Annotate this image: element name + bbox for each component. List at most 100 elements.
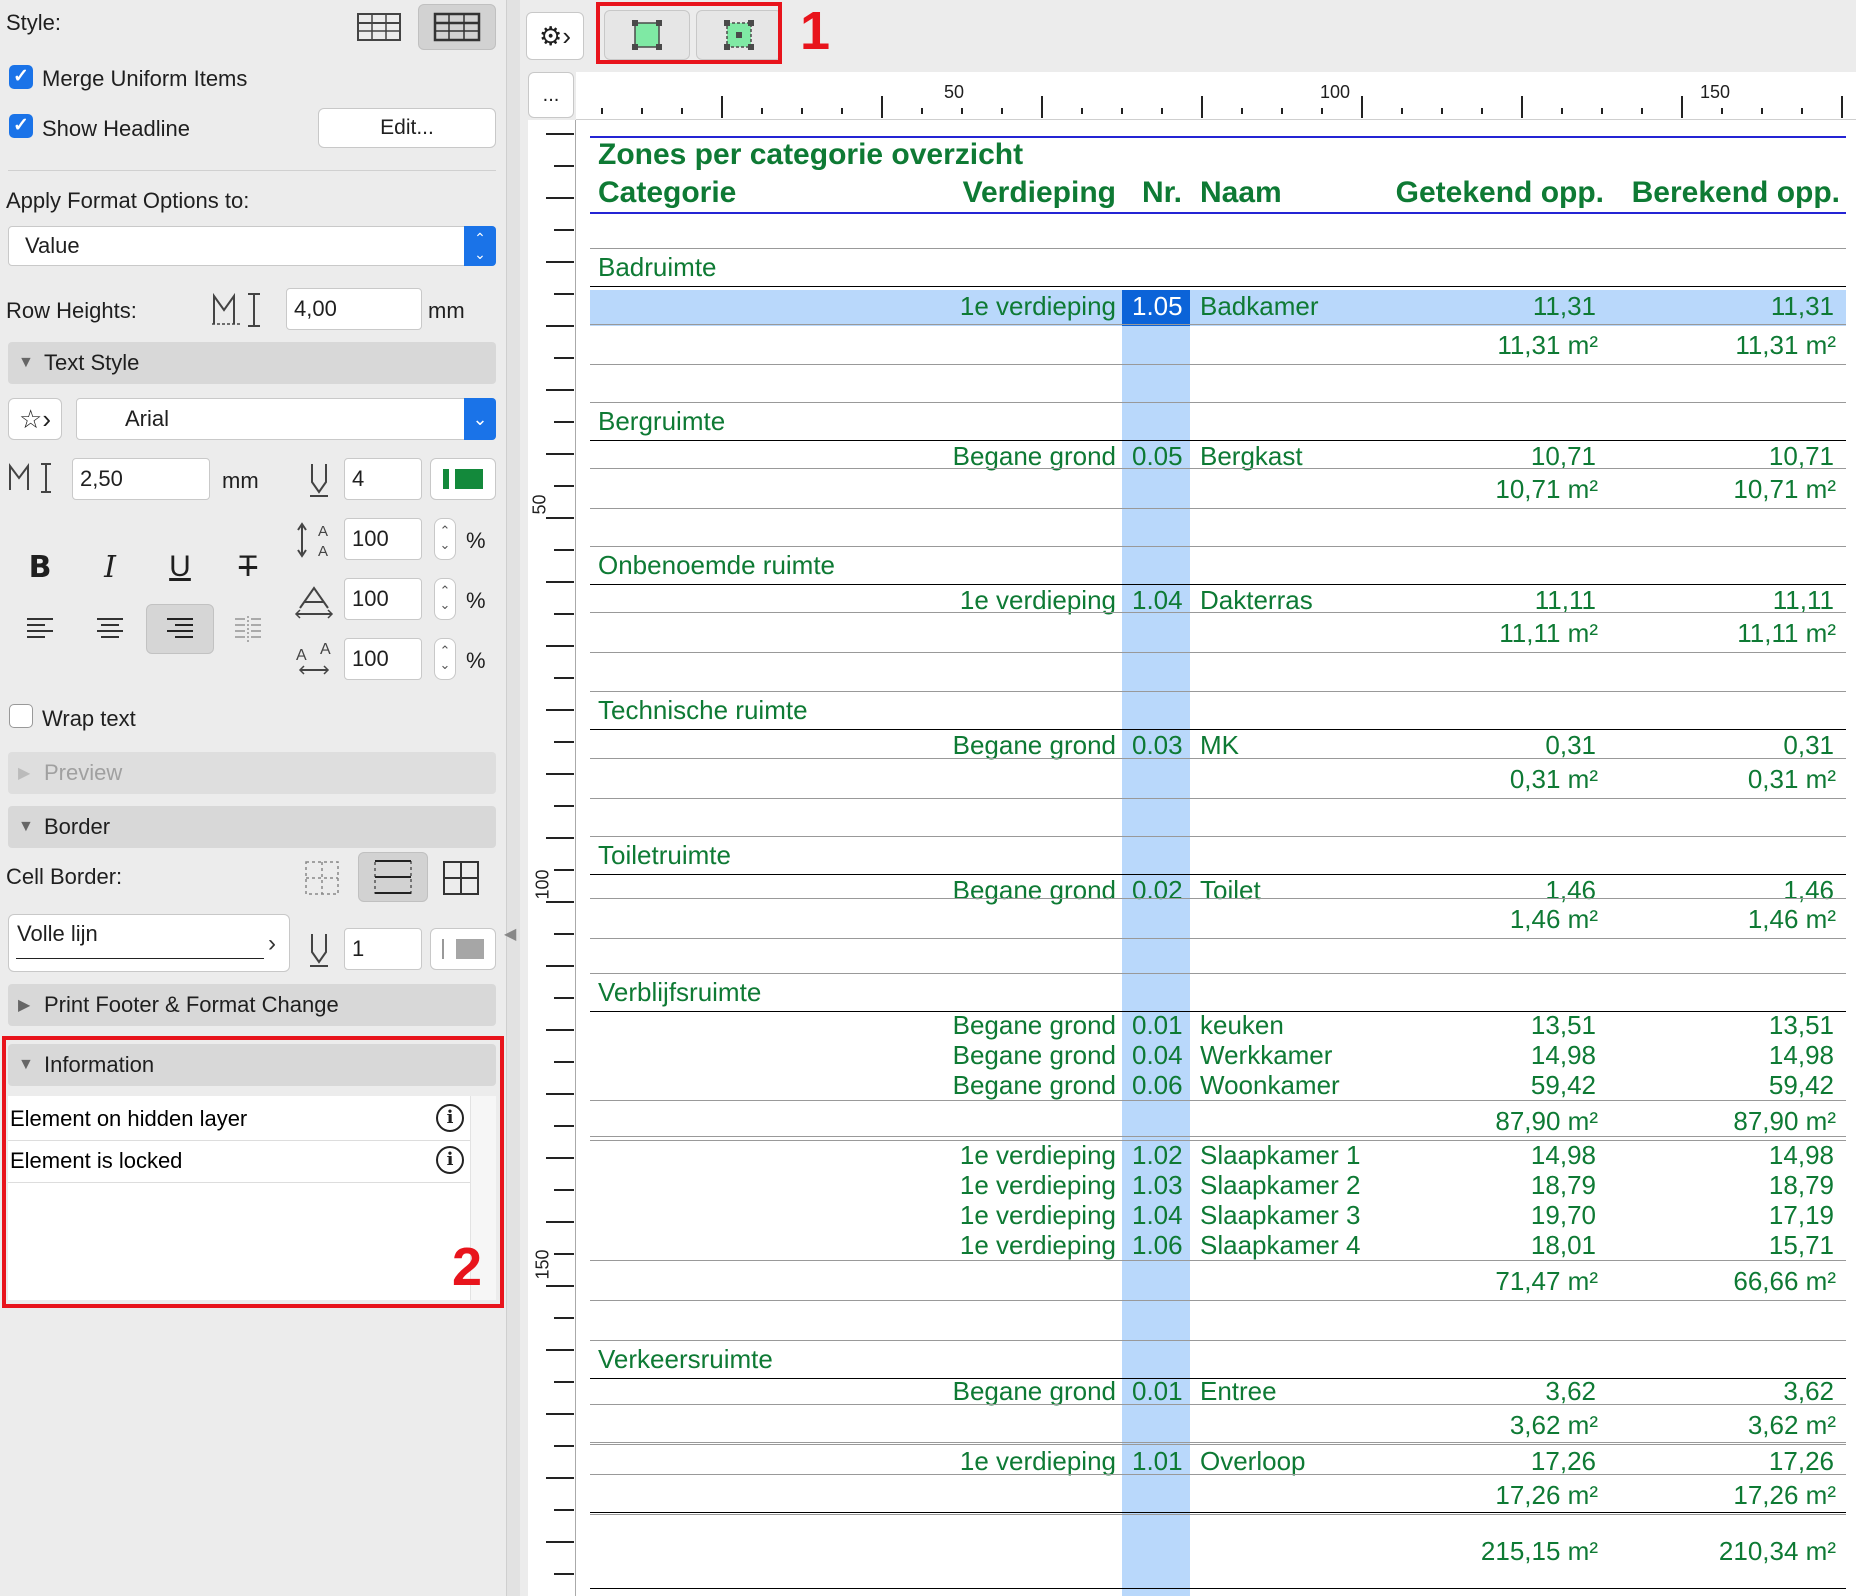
edit-button[interactable]: Edit... — [318, 108, 496, 148]
preview-header[interactable]: ▶ Preview — [8, 752, 496, 794]
expand-triangle-icon: ▶ — [18, 765, 31, 782]
svg-text:A: A — [296, 647, 307, 664]
merge-uniform-checkbox[interactable]: ✓ — [9, 65, 33, 89]
char-spacing-percent: % — [466, 648, 486, 673]
width-factor-stepper[interactable]: ⌃ ⌄ — [434, 578, 456, 620]
cell-calc: 13,51 — [1768, 1010, 1834, 1040]
favorite-style-button[interactable]: ☆› — [8, 398, 62, 440]
expand-triangle-icon: ▶ — [18, 997, 31, 1014]
row-heights-input[interactable]: 4,00 — [286, 288, 422, 330]
strikethrough-button[interactable]: T — [214, 542, 282, 592]
cell-calc: 1,46 — [1783, 875, 1834, 905]
underline-button[interactable]: U — [146, 542, 214, 592]
style-grid-icon-1[interactable] — [348, 6, 410, 48]
subtotal-separator — [590, 612, 1846, 613]
align-right-button[interactable] — [146, 604, 214, 654]
subtotal-drawn: 17,26 m² — [1495, 1480, 1598, 1510]
char-spacing-icon: AA — [294, 640, 336, 680]
col-header-getekend: Getekend opp. — [1395, 176, 1604, 209]
line-type-sample — [16, 958, 264, 959]
char-spacing-input[interactable]: 100 — [344, 638, 422, 680]
border-all-icon[interactable] — [438, 856, 484, 900]
ruler-top-label: 50 — [944, 82, 965, 102]
width-factor-percent: % — [466, 588, 486, 613]
border-header[interactable]: ▼ Border — [8, 806, 496, 848]
merge-uniform-label: Merge Uniform Items — [42, 66, 248, 91]
preview-title: Preview — [44, 760, 123, 785]
group-separator — [590, 1340, 1846, 1341]
subtotal-drawn: 71,47 m² — [1495, 1266, 1598, 1296]
align-left-button[interactable] — [6, 604, 74, 654]
panel-splitter[interactable] — [506, 0, 520, 1596]
ruler-left-label: 50 — [529, 494, 550, 515]
collapse-triangle-icon: ▼ — [18, 354, 34, 371]
collapse-arrow-icon[interactable]: ◀ — [504, 924, 516, 944]
apply-format-select[interactable]: Value — [8, 226, 496, 266]
border-color-button[interactable] — [430, 928, 496, 970]
bold-button[interactable]: B — [6, 542, 74, 592]
more-button[interactable]: ... — [528, 72, 574, 118]
header-line-bottom — [590, 212, 1846, 214]
cell-name: Woonkamer — [1200, 1070, 1340, 1100]
border-none-icon[interactable] — [300, 856, 344, 900]
cell-name: Badkamer — [1200, 291, 1319, 321]
group-separator — [590, 402, 1846, 403]
subtotal-separator — [590, 324, 1846, 325]
style-grid-icon-2[interactable] — [418, 4, 496, 50]
pen-color-button[interactable] — [430, 458, 496, 500]
ruler-left-label: 150 — [532, 1249, 553, 1280]
print-footer-header[interactable]: ▶ Print Footer & Format Change — [8, 984, 496, 1026]
divider — [8, 170, 496, 171]
row-heights-label: Row Heights: — [6, 298, 137, 323]
border-pen-icon — [306, 930, 332, 968]
cell-drawn: 19,70 — [1530, 1200, 1596, 1230]
font-select[interactable]: Arial — [76, 398, 496, 440]
style-label: Style: — [6, 10, 62, 35]
cell-drawn: 0,31 — [1545, 730, 1596, 760]
font-size-input[interactable]: 2,50 — [72, 458, 210, 500]
select-stepper-icon[interactable]: ⌃ ⌄ — [464, 226, 496, 266]
cell-calc: 0,31 — [1783, 730, 1834, 760]
subtotal-drawn: 11,11 m² — [1499, 618, 1598, 648]
align-center-button[interactable] — [76, 604, 144, 654]
cell-calc: 11,31 — [1770, 291, 1834, 321]
wrap-text-checkbox[interactable] — [9, 704, 33, 728]
subtotal-calc: 87,90 m² — [1733, 1106, 1836, 1136]
line-type-value: Volle lijn — [17, 921, 98, 946]
width-factor-input[interactable]: 100 — [344, 578, 422, 620]
ruler-top-label: 150 — [1700, 82, 1731, 102]
border-horizontal-icon[interactable] — [358, 852, 428, 902]
cell-name: Slaapkamer 4 — [1200, 1230, 1361, 1260]
row-separator — [590, 1136, 1846, 1137]
subtotal-separator — [590, 1474, 1846, 1475]
line-spacing-input[interactable]: 100 — [344, 518, 422, 560]
cell-name: Slaapkamer 2 — [1200, 1170, 1361, 1200]
chevron-down-icon[interactable]: ⌄ — [464, 398, 496, 440]
pen-number-input[interactable]: 4 — [344, 458, 422, 500]
chevron-right-icon[interactable]: › — [268, 930, 276, 958]
ruler-left-label: 100 — [532, 869, 553, 900]
col-header-naam: Naam — [1200, 176, 1282, 209]
cell-drawn: 3,62 — [1545, 1376, 1596, 1406]
subtotal-line — [590, 508, 1846, 509]
align-right-icon — [167, 618, 193, 638]
text-style-header[interactable]: ▼ Text Style — [8, 342, 496, 384]
cell-nr: 0.02 — [1132, 875, 1183, 905]
line-type-select[interactable]: Volle lijn — [8, 914, 290, 972]
align-decimal-button[interactable] — [214, 604, 282, 654]
subtotal-line — [590, 1444, 1846, 1445]
settings-menu-button[interactable]: ⚙› — [526, 12, 584, 60]
italic-button[interactable]: I — [76, 542, 144, 592]
annotation-number-2: 2 — [452, 1237, 483, 1297]
border-pen-input[interactable]: 1 — [344, 928, 422, 970]
char-spacing-stepper[interactable]: ⌃ ⌄ — [434, 638, 456, 680]
svg-text:A: A — [318, 543, 328, 560]
subtotal-drawn: 3,62 m² — [1509, 1410, 1598, 1440]
pen-icon — [306, 460, 332, 498]
collapse-triangle-icon: ▼ — [18, 818, 34, 835]
row-heights-unit: mm — [428, 298, 465, 323]
show-headline-checkbox[interactable]: ✓ — [9, 114, 33, 138]
line-spacing-stepper[interactable]: ⌃ ⌄ — [434, 518, 456, 560]
cell-floor: Begane grond — [952, 1040, 1116, 1070]
line-spacing-icon: AA — [294, 520, 336, 560]
